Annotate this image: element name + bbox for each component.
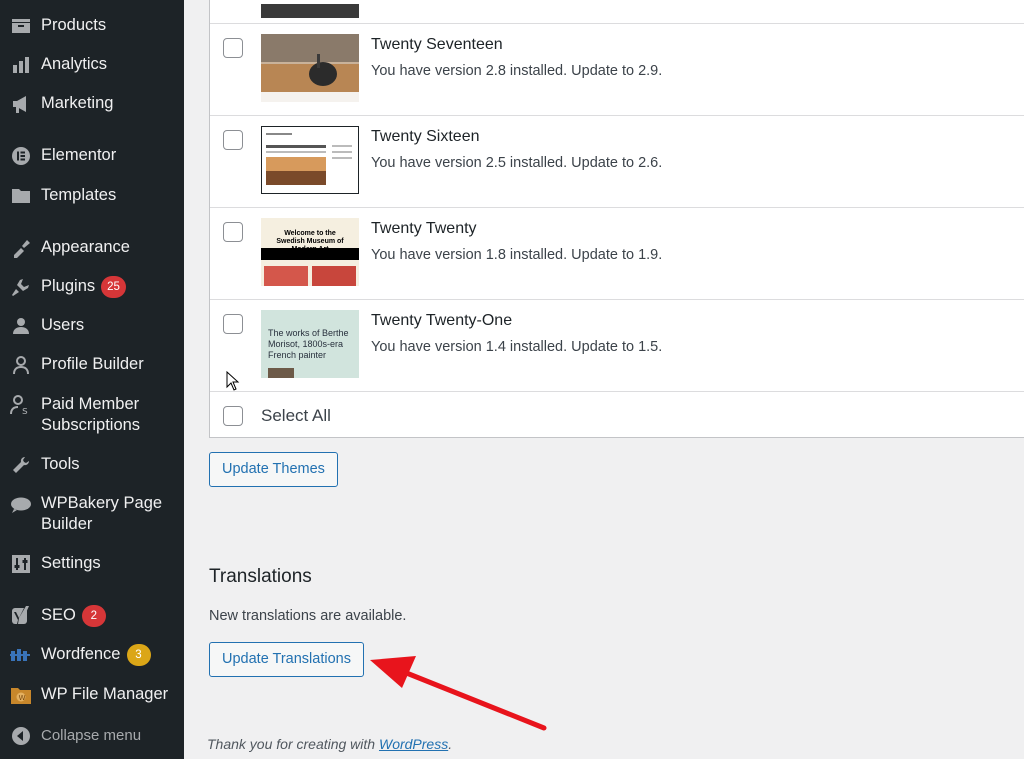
theme-thumbnail-heading: The works of Berthe Morisot, 1800s-era F… <box>268 328 349 360</box>
sidebar-item-label: Tools <box>41 455 80 473</box>
svg-text:s: s <box>22 404 28 416</box>
theme-name: Twenty Seventeen <box>371 36 503 53</box>
admin-sidebar: Products Analytics Marketing Elementor T… <box>0 0 184 759</box>
theme-thumbnail: Welcome to the Swedish Museum of Modern … <box>261 218 359 286</box>
sidebar-item-label: Users <box>41 316 85 334</box>
theme-name: Twenty Twenty <box>371 220 477 237</box>
analytics-icon <box>9 54 33 76</box>
theme-version-info: You have version 1.8 installed. Update t… <box>371 247 663 263</box>
wordpress-link[interactable]: WordPress <box>379 736 448 752</box>
seo-icon <box>9 605 33 627</box>
plugins-icon <box>9 276 33 298</box>
theme-checkbox[interactable] <box>223 314 243 334</box>
theme-name: Twenty Twenty-One <box>371 312 513 329</box>
sidebar-item-label: Templates <box>41 186 117 204</box>
table-row: Welcome to the Swedish Museum of Modern … <box>210 208 1024 300</box>
theme-version-info: You have version 2.8 installed. Update t… <box>371 63 663 79</box>
elementor-icon <box>9 145 33 167</box>
sidebar-item-label: Elementor <box>41 146 117 164</box>
select-all-label[interactable]: Select All <box>261 406 331 426</box>
admin-footer: Thank you for creating with WordPress. <box>207 736 452 752</box>
wordfence-icon <box>9 644 33 666</box>
theme-version-info: You have version 2.5 installed. Update t… <box>371 155 663 171</box>
sidebar-item-label: WP File Manager <box>41 685 169 703</box>
sidebar-item-label: Analytics <box>41 55 108 73</box>
templates-icon <box>9 185 33 207</box>
main-content: Twenty Seventeen You have version 2.8 in… <box>184 0 1024 759</box>
collapse-menu-label: Collapse menu <box>41 727 142 744</box>
sidebar-item-label: Settings <box>41 554 101 572</box>
theme-checkbox[interactable] <box>223 222 243 242</box>
footer-text: Thank you for creating with <box>207 736 379 752</box>
update-translations-button[interactable]: Update Translations <box>209 642 364 677</box>
translations-notice: New translations are available. <box>209 608 407 624</box>
sidebar-item-label: Appearance <box>41 238 130 256</box>
theme-thumbnail: The works of Berthe Morisot, 1800s-era F… <box>261 310 359 378</box>
wpbakery-icon <box>9 493 33 515</box>
wp-file-manager-icon: W <box>9 684 33 706</box>
profile-builder-icon <box>9 354 33 376</box>
sidebar-item-label: WPBakery Page Builder <box>41 494 163 533</box>
sidebar-item-label: Marketing <box>41 94 114 112</box>
theme-checkbox[interactable] <box>223 38 243 58</box>
annotation-arrow-icon <box>370 656 547 731</box>
sidebar-item-label: Paid Member Subscriptions <box>41 395 141 434</box>
theme-thumbnail <box>261 4 359 18</box>
select-all-checkbox[interactable] <box>223 406 243 426</box>
theme-thumbnail <box>261 126 359 194</box>
paid-member-icon: s <box>9 394 33 416</box>
update-themes-button[interactable]: Update Themes <box>209 452 338 487</box>
theme-thumbnail <box>261 34 359 102</box>
marketing-icon <box>9 93 33 115</box>
theme-name: Twenty Sixteen <box>371 128 480 145</box>
mouse-cursor-icon <box>226 371 240 391</box>
themes-update-table: Twenty Seventeen You have version 2.8 in… <box>209 0 1024 438</box>
footer-suffix: . <box>448 736 453 752</box>
sidebar-item-label: Plugins <box>41 277 96 295</box>
settings-icon <box>9 553 33 575</box>
theme-version-info: You have version 1.4 installed. Update t… <box>371 339 663 355</box>
theme-checkbox[interactable] <box>223 130 243 150</box>
users-icon <box>9 315 33 337</box>
table-row: The works of Berthe Morisot, 1800s-era F… <box>210 300 1024 392</box>
sidebar-item-label: Wordfence <box>41 645 121 663</box>
translations-heading: Translations <box>209 566 312 587</box>
sidebar-item-label: Products <box>41 16 107 34</box>
products-icon <box>9 15 33 37</box>
table-row <box>210 0 1024 24</box>
tools-icon <box>9 454 33 476</box>
sidebar-item-label: SEO <box>41 606 76 624</box>
seo-notification-badge: 2 <box>81 605 106 627</box>
collapse-arrow-icon <box>9 725 33 747</box>
table-row: Twenty Seventeen You have version 2.8 in… <box>210 24 1024 116</box>
update-count-badge: 25 <box>101 276 126 298</box>
sidebar-item-label: Profile Builder <box>41 355 144 373</box>
svg-text:W: W <box>19 694 26 702</box>
appearance-icon <box>9 237 33 259</box>
wordfence-notification-badge: 3 <box>126 644 151 666</box>
table-row: Twenty Sixteen You have version 2.5 inst… <box>210 116 1024 208</box>
